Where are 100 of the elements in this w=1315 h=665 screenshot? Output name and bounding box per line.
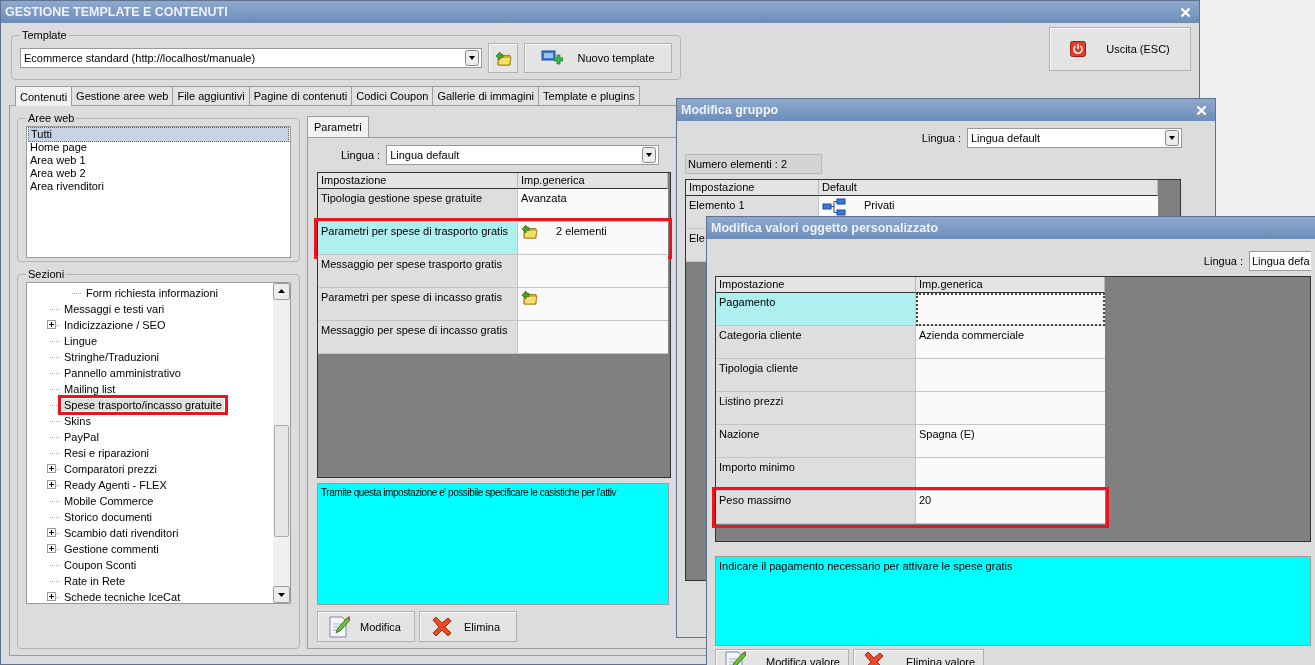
exit-button[interactable]: Uscita (ESC) bbox=[1049, 27, 1191, 71]
web-area-list[interactable]: Tutti Home page Area web 1 Area web 2 Area rivenditori bbox=[26, 126, 291, 258]
scroll-down-icon[interactable] bbox=[273, 586, 290, 603]
scroll-up-icon[interactable] bbox=[273, 283, 290, 300]
column-header: Imp.generica bbox=[916, 277, 1105, 293]
tree-item[interactable]: Spese trasporto/incasso gratuite bbox=[27, 397, 273, 413]
folder-icon bbox=[521, 224, 538, 239]
open-folder-button[interactable] bbox=[488, 43, 518, 73]
list-item[interactable]: Area rivenditori bbox=[28, 180, 289, 193]
table-row[interactable]: Pagamento bbox=[716, 293, 1105, 326]
window-title: GESTIONE TEMPLATE E CONTENUTI bbox=[5, 5, 228, 19]
tree-item[interactable]: Mobile Commerce bbox=[27, 493, 273, 509]
scrollbar[interactable] bbox=[273, 283, 290, 603]
new-template-button[interactable]: Nuovo template bbox=[524, 43, 672, 73]
setting-cell: Messaggio per spese trasporto gratis bbox=[318, 255, 518, 288]
element-count: Numero elementi : 2 bbox=[685, 154, 822, 174]
close-icon[interactable] bbox=[1180, 6, 1191, 18]
template-dropdown[interactable]: Ecommerce standard (http://localhost/manuale) bbox=[20, 48, 482, 68]
table-row[interactable]: Parametri per spese di incasso gratis bbox=[318, 288, 668, 321]
tree-item[interactable]: Form richiesta informazioni bbox=[27, 285, 273, 301]
tree-item[interactable]: Scambio dati rivenditori bbox=[27, 525, 273, 541]
list-item[interactable]: Tutti bbox=[28, 127, 289, 142]
expand-icon[interactable] bbox=[47, 464, 56, 473]
value-cell: Spagna (E) bbox=[919, 427, 975, 440]
tree-item[interactable]: Skins bbox=[27, 413, 273, 429]
table-row[interactable]: Nazione Spagna (E) bbox=[716, 425, 1105, 458]
language-label: Lingua : bbox=[341, 149, 381, 161]
value-cell: 2 elementi bbox=[556, 224, 607, 237]
setting-cell: Nazione bbox=[716, 425, 916, 458]
setting-cell: Messaggio per spese di incasso gratis bbox=[318, 321, 518, 354]
tree-item[interactable]: Lingue bbox=[27, 333, 273, 349]
tree-item[interactable]: Gestione commenti bbox=[27, 541, 273, 557]
description-text: Indicare il pagamento necessario per attivare le spese gratis bbox=[715, 556, 1311, 646]
action-button[interactable]: Elimina bbox=[419, 611, 517, 642]
tree-item[interactable]: Pannello amministrativo bbox=[27, 365, 273, 381]
tab[interactable]: Template e plugins bbox=[538, 86, 640, 105]
language-dropdown[interactable]: Lingua default bbox=[386, 145, 660, 165]
table-row[interactable]: Messaggio per spese di incasso gratis bbox=[318, 321, 668, 354]
tab[interactable]: File aggiuntivi bbox=[172, 86, 250, 105]
tree-item[interactable]: Coupon Sconti bbox=[27, 557, 273, 573]
folder-icon bbox=[494, 50, 512, 66]
language-dropdown[interactable]: Lingua default bbox=[967, 128, 1182, 148]
tab[interactable]: Parametri bbox=[307, 116, 369, 137]
table-row[interactable]: Tipologia gestione spese gratuite Avanzata bbox=[318, 189, 668, 222]
action-button[interactable]: Modifica bbox=[317, 611, 415, 642]
table-row[interactable]: Peso massimo 20 bbox=[716, 491, 1105, 524]
tree-item[interactable]: Rate in Rete bbox=[27, 573, 273, 589]
tab[interactable]: Pagine di contenuti bbox=[248, 86, 353, 105]
tree-item[interactable]: Schede tecniche IceCat bbox=[27, 589, 273, 605]
language-label: Lingua : bbox=[921, 132, 961, 144]
setting-cell: Tipologia cliente bbox=[716, 359, 916, 392]
tree-item[interactable]: Resi e riparazioni bbox=[27, 445, 273, 461]
column-header: Imp.generica bbox=[518, 173, 668, 189]
tree-item[interactable]: Mailing list bbox=[27, 381, 273, 397]
table-row[interactable]: Listino prezzi bbox=[716, 392, 1105, 425]
table-row[interactable]: Tipologia cliente bbox=[716, 359, 1105, 392]
expand-icon[interactable] bbox=[47, 480, 56, 489]
table-row[interactable]: Parametri per spese di trasporto gratis 2 elementi bbox=[318, 222, 668, 255]
tree-item[interactable]: Comparatori prezzi bbox=[27, 461, 273, 477]
setting-cell: Listino prezzi bbox=[716, 392, 916, 425]
group-label: Aree web bbox=[27, 112, 76, 124]
setting-cell: Categoria cliente bbox=[716, 326, 916, 359]
group-label: Template bbox=[21, 29, 68, 41]
setting-cell: Tipologia gestione spese gratuite bbox=[318, 189, 518, 222]
expand-icon[interactable] bbox=[47, 592, 56, 601]
expand-icon[interactable] bbox=[47, 320, 56, 329]
language-dropdown[interactable]: Lingua defa bbox=[1249, 251, 1311, 271]
tree-item[interactable]: Indicizzazione / SEO bbox=[27, 317, 273, 333]
tree-item[interactable]: Messaggi e testi vari bbox=[27, 301, 273, 317]
tree-item[interactable]: Stringhe/Traduzioni bbox=[27, 349, 273, 365]
expand-icon[interactable] bbox=[47, 528, 56, 537]
list-item[interactable]: Area web 1 bbox=[28, 154, 289, 167]
close-icon[interactable] bbox=[1196, 104, 1207, 116]
tab[interactable]: Gestione aree web bbox=[71, 86, 174, 105]
monitor-plus-icon bbox=[541, 49, 564, 67]
list-item[interactable]: Home page bbox=[28, 141, 289, 154]
value-cell: Privati bbox=[864, 198, 895, 211]
sections-tree[interactable] bbox=[26, 282, 291, 604]
tree-item[interactable]: PayPal bbox=[27, 429, 273, 445]
setting-cell: Parametri per spese di trasporto gratis bbox=[318, 222, 518, 255]
table-row[interactable]: Messaggio per spese trasporto gratis bbox=[318, 255, 668, 288]
column-header: Impostazione bbox=[318, 173, 518, 189]
table-row[interactable]: Importo minimo bbox=[716, 458, 1105, 491]
tab[interactable]: Gallerie di immagini bbox=[432, 86, 540, 105]
column-header: Impostazione bbox=[686, 180, 819, 196]
edit-document-icon bbox=[328, 614, 350, 639]
value-cell: Azienda commerciale bbox=[919, 328, 1025, 341]
list-item[interactable]: Area web 2 bbox=[28, 167, 289, 180]
setting-cell: Pagamento bbox=[716, 293, 916, 326]
table-row[interactable]: Categoria cliente Azienda commerciale bbox=[716, 326, 1105, 359]
tree-item[interactable]: Storico documenti bbox=[27, 509, 273, 525]
tab[interactable]: Codici Coupon bbox=[351, 86, 434, 105]
expand-icon[interactable] bbox=[47, 544, 56, 553]
setting-cell: Peso massimo bbox=[716, 491, 916, 524]
power-icon bbox=[1070, 41, 1087, 57]
tree-item[interactable]: Ready Agenti - FLEX bbox=[27, 477, 273, 493]
setting-cell: Importo minimo bbox=[716, 458, 916, 491]
window-title: Modifica gruppo bbox=[681, 103, 779, 117]
tab[interactable]: Contenuti bbox=[15, 86, 73, 106]
scrollbar-thumb[interactable] bbox=[274, 425, 289, 537]
